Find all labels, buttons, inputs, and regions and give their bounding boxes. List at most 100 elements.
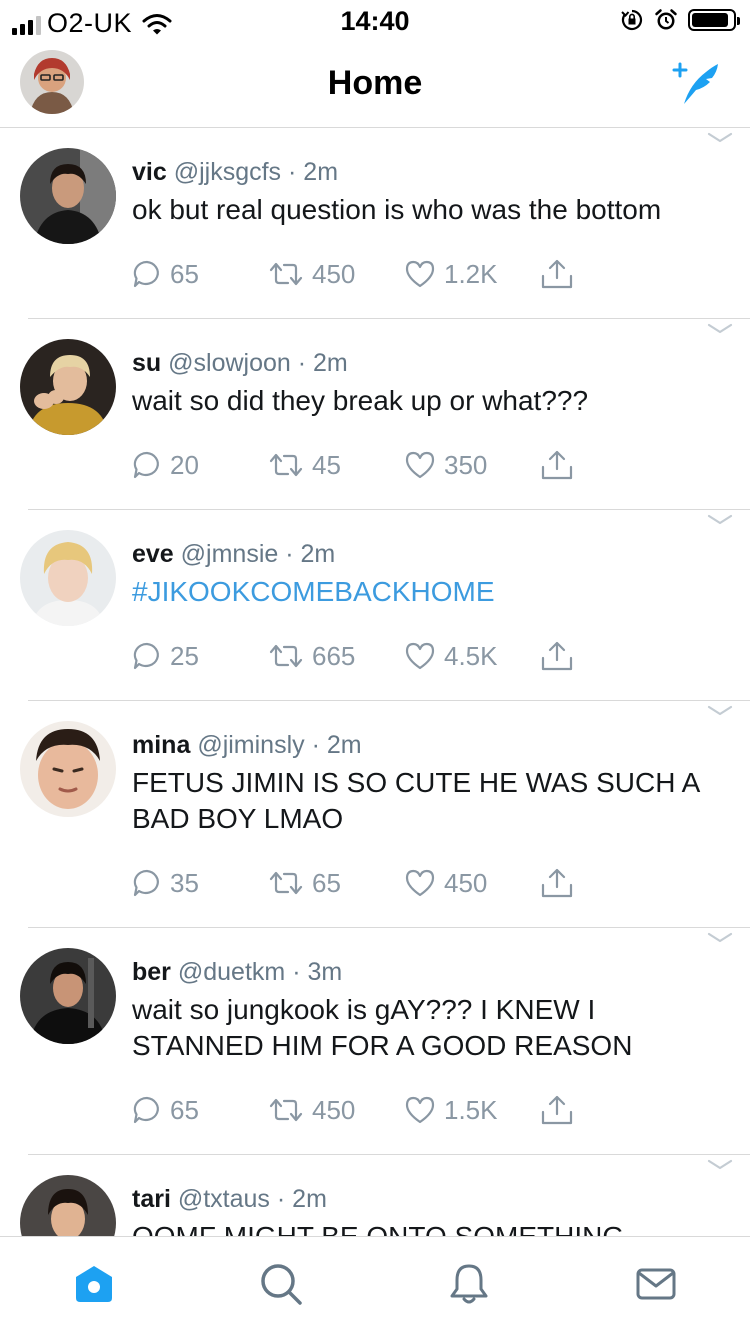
tweet[interactable]: tari @txtaus · 2m OOMF MIGHT BE ONTO SOM… — [20, 1155, 750, 1236]
tab-messages[interactable] — [563, 1237, 750, 1334]
reply-icon — [133, 869, 159, 897]
nav-header: Home — [0, 42, 750, 128]
battery-level — [692, 13, 728, 27]
retweet-button[interactable]: 450 — [268, 259, 404, 290]
chevron-down-icon[interactable] — [706, 1157, 734, 1173]
like-button[interactable]: 450 — [404, 868, 540, 899]
share-button[interactable] — [540, 640, 580, 672]
chevron-down-icon[interactable] — [706, 321, 734, 337]
chevron-down-icon[interactable] — [706, 930, 734, 946]
share-button[interactable] — [540, 258, 580, 290]
heart-icon — [405, 1096, 435, 1124]
like-button[interactable]: 1.2K — [404, 259, 540, 290]
home-icon — [75, 1265, 112, 1302]
share-button[interactable] — [540, 449, 580, 481]
heart-icon — [405, 451, 435, 479]
page-title: Home — [327, 64, 423, 102]
retweet-count: 450 — [312, 1094, 356, 1125]
chevron-down-icon[interactable] — [706, 130, 734, 146]
user-handle: @jjksgcfs — [173, 158, 282, 186]
timestamp: 2m — [313, 349, 348, 377]
display-name[interactable]: ber — [132, 958, 171, 986]
avatar[interactable] — [20, 530, 116, 626]
display-name[interactable]: mina — [132, 731, 190, 759]
avatar[interactable] — [20, 148, 116, 244]
tweet[interactable]: ber @duetkm · 3m wait so jungkook is gAY… — [20, 928, 750, 1155]
like-count: 450 — [444, 867, 488, 898]
user-handle: @txtaus — [177, 1185, 270, 1213]
share-icon — [541, 641, 573, 671]
tweet-text: wait so jungkook is gAY??? I KNEW I STAN… — [132, 994, 633, 1061]
timeline-feed[interactable]: vic @jjksgcfs · 2m ok but real question … — [0, 128, 750, 1236]
heart-icon — [405, 642, 435, 670]
display-name[interactable]: vic — [132, 158, 167, 186]
tweet-actions: 65 450 1.5K — [132, 1090, 724, 1130]
retweet-button[interactable]: 665 — [268, 641, 404, 672]
user-handle: @duetkm — [177, 958, 286, 986]
messages-icon — [636, 1268, 676, 1299]
retweet-button[interactable]: 65 — [268, 868, 404, 899]
timestamp: 2m — [300, 540, 336, 568]
tweet-header: vic @jjksgcfs · 2m — [132, 156, 724, 188]
tweet-header: ber @duetkm · 3m — [132, 956, 724, 988]
hashtag-link[interactable]: #JIKOOKCOMEBACKHOME — [132, 574, 724, 610]
compose-tweet-icon[interactable] — [670, 56, 722, 108]
reply-count: 20 — [170, 449, 199, 480]
retweet-count: 45 — [312, 449, 341, 480]
tab-search[interactable] — [188, 1237, 376, 1334]
chevron-down-icon[interactable] — [706, 512, 734, 528]
tab-bar — [0, 1236, 750, 1334]
tweet[interactable]: vic @jjksgcfs · 2m ok but real question … — [20, 128, 750, 319]
timestamp: 3m — [307, 958, 343, 986]
tweet-text: ok but real question is who was the bott… — [132, 194, 662, 225]
tweet-text: OOMF MIGHT BE ONTO SOMETHING — [132, 1219, 724, 1236]
tab-home[interactable] — [0, 1237, 188, 1334]
reply-button[interactable]: 25 — [132, 641, 268, 672]
tweet-header: mina @jiminsly · 2m — [132, 729, 724, 761]
tweet[interactable]: mina @jiminsly · 2m FETUS JIMIN IS SO CU… — [20, 701, 750, 928]
reply-button[interactable]: 65 — [132, 259, 268, 290]
timestamp: 2m — [303, 158, 339, 186]
retweet-button[interactable]: 450 — [268, 1095, 404, 1126]
tweet[interactable]: su @slowjoon · 2m wait so did they break… — [20, 319, 750, 510]
timestamp: 2m — [292, 1185, 327, 1213]
chevron-down-icon[interactable] — [706, 703, 734, 719]
display-name[interactable]: eve — [132, 540, 174, 568]
like-count: 1.5K — [444, 1094, 498, 1125]
like-button[interactable]: 4.5K — [404, 641, 540, 672]
display-name[interactable]: su — [132, 349, 161, 377]
tweet-header: su @slowjoon · 2m — [132, 347, 724, 379]
avatar[interactable] — [20, 339, 116, 435]
share-button[interactable] — [540, 1094, 580, 1126]
retweet-icon — [269, 644, 303, 668]
reply-button[interactable]: 35 — [132, 868, 268, 899]
heart-icon — [405, 869, 435, 897]
reply-button[interactable]: 65 — [132, 1095, 268, 1126]
user-handle: @jiminsly — [197, 731, 305, 759]
tweet-actions: 20 45 350 — [132, 445, 724, 485]
retweet-count: 665 — [312, 640, 356, 671]
retweet-icon — [269, 871, 303, 895]
avatar[interactable] — [20, 721, 116, 817]
separator-dot: · — [285, 540, 294, 568]
reply-button[interactable]: 20 — [132, 450, 268, 481]
retweet-button[interactable]: 45 — [268, 450, 404, 481]
avatar[interactable] — [20, 948, 116, 1044]
share-icon — [541, 259, 573, 289]
share-button[interactable] — [540, 867, 580, 899]
tweet[interactable]: eve @jmnsie · 2m #JIKOOKCOMEBACKHOME 25 … — [20, 510, 750, 701]
display-name[interactable]: tari — [132, 1185, 171, 1213]
reply-count: 65 — [170, 258, 199, 289]
battery-icon — [688, 9, 740, 31]
share-icon — [541, 868, 573, 898]
separator-dot: · — [276, 1185, 286, 1213]
tweet-header: tari @txtaus · 2m — [132, 1183, 724, 1215]
like-button[interactable]: 350 — [404, 450, 540, 481]
user-handle: @slowjoon — [168, 349, 291, 377]
tweet-actions: 25 665 4.5K — [132, 636, 724, 676]
retweet-icon — [269, 453, 303, 477]
like-button[interactable]: 1.5K — [404, 1095, 540, 1126]
tab-notifications[interactable] — [375, 1237, 563, 1334]
avatar[interactable] — [20, 1175, 116, 1236]
orientation-lock-icon — [621, 9, 643, 31]
